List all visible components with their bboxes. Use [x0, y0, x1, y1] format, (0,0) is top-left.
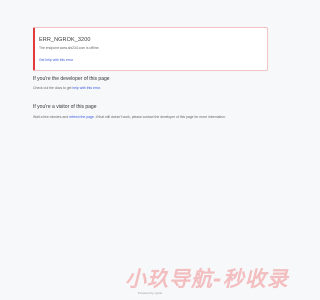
error-description: The endpoint www.shi234.com is offline. — [39, 46, 100, 50]
error-help-link[interactable]: Get help with this error — [39, 58, 73, 62]
error-code: ERR_NGROK_3200 — [39, 37, 91, 43]
visitor-heading: If you're a visitor of this page — [33, 104, 97, 110]
site-watermark: 小玖导航-秒收录 — [125, 267, 289, 291]
developer-help-link[interactable]: help with this error — [72, 86, 100, 90]
powered-by-footer: Powered by ngrok — [137, 291, 163, 295]
developer-text-after: . — [99, 86, 101, 90]
visitor-text-before: Wait a few minutes and — [33, 115, 70, 119]
visitor-text: Wait a few minutes and refresh the page.… — [33, 115, 226, 119]
developer-heading: If you're the developer of this page — [33, 76, 110, 82]
developer-text-before: Check out the docs to get — [33, 86, 73, 90]
visitor-text-after: . If that still doesn't work, please con… — [93, 115, 226, 119]
refresh-page-link[interactable]: refresh the page — [69, 115, 94, 119]
error-card: ERR_NGROK_3200 The endpoint www.shi234.c… — [33, 27, 268, 71]
developer-text: Check out the docs to get help with this… — [33, 86, 101, 90]
